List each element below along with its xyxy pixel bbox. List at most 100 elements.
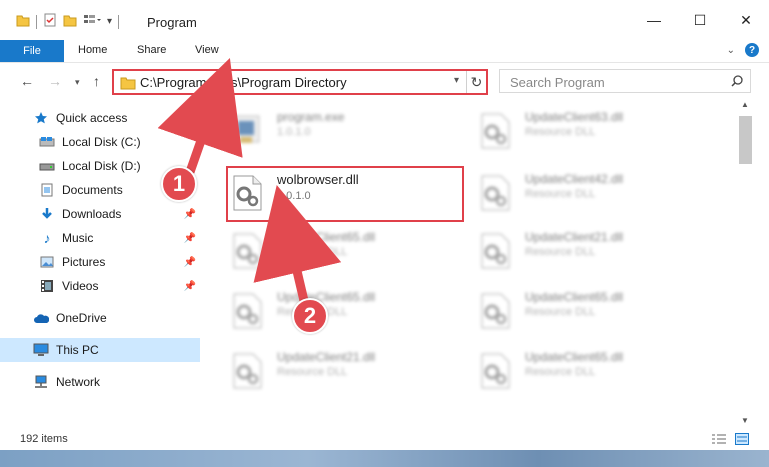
ribbon-controls: ⌄ ? xyxy=(727,43,759,57)
large-icons-view-icon[interactable] xyxy=(735,433,749,448)
recent-locations-icon[interactable]: ▾ xyxy=(75,77,80,88)
dll-file-icon xyxy=(478,174,512,212)
file-item[interactable]: UpdateClient42.dll Resource DLL xyxy=(478,166,698,218)
file-item[interactable]: UpdateClient65.dll Resource DLL xyxy=(230,224,450,276)
pin-icon[interactable]: 📌 xyxy=(184,209,196,220)
file-name: program.exe xyxy=(277,110,345,124)
sidebar-item-downloads[interactable]: Downloads 📌 xyxy=(0,202,200,226)
sidebar-item-label: Downloads xyxy=(62,207,122,221)
sidebar-item-onedrive[interactable]: OneDrive xyxy=(0,306,200,330)
title-bar: ▾ Program — ☐ ✕ xyxy=(0,0,769,40)
drive-icon xyxy=(38,134,56,150)
window-title: Program xyxy=(147,15,197,30)
file-name: UpdateClient21.dll xyxy=(277,350,376,364)
file-name: UpdateClient65.dll xyxy=(277,290,376,304)
vertical-scrollbar[interactable]: ▲ ▼ xyxy=(737,100,754,425)
step-marker: 2 xyxy=(292,298,328,334)
details-view-icon[interactable] xyxy=(711,433,727,448)
file-name: UpdateClient65.dll xyxy=(525,290,624,304)
file-description: Resource DLL xyxy=(525,366,596,378)
documents-icon xyxy=(38,182,56,198)
customize-toolbar-icon[interactable]: ▾ xyxy=(107,16,112,27)
file-description: Resource DLL xyxy=(277,246,348,258)
tab-share[interactable]: Share xyxy=(137,44,166,56)
sidebar-item-label: Network xyxy=(56,375,101,389)
pin-icon[interactable]: 📌 xyxy=(184,233,196,244)
sidebar-item-label: Local Disk (D:) xyxy=(62,159,141,173)
navigation-pane: Quick access Local Disk (C:) Local Disk … xyxy=(0,100,200,425)
sidebar-item-label: Pictures xyxy=(62,255,106,269)
file-item[interactable]: program.exe 1.0.1.0 xyxy=(230,104,450,156)
search-placeholder: Search Program xyxy=(510,75,605,90)
music-icon: ♪ xyxy=(43,230,51,246)
file-description: Resource DLL xyxy=(525,126,596,138)
file-name: UpdateClient63.dll xyxy=(525,110,624,124)
tab-file[interactable]: File xyxy=(0,40,64,62)
toolbar-separator xyxy=(36,14,37,29)
properties-icon[interactable] xyxy=(43,13,57,30)
sidebar-item-local-disk-c[interactable]: Local Disk (C:) xyxy=(0,130,200,154)
dll-file-icon xyxy=(478,292,512,330)
file-name: UpdateClient21.dll xyxy=(525,230,624,244)
file-item[interactable]: UpdateClient65.dll Resource DLL xyxy=(478,344,698,396)
sidebar-item-label: OneDrive xyxy=(56,311,107,325)
toolbar-separator xyxy=(118,14,120,29)
refresh-icon[interactable]: ↻ xyxy=(466,71,486,93)
dll-file-icon xyxy=(478,352,512,390)
highlight-box xyxy=(226,166,464,222)
file-description: Resource DLL xyxy=(525,188,596,200)
tab-view[interactable]: View xyxy=(195,44,219,56)
dll-file-icon xyxy=(230,352,264,390)
view-options-icon[interactable] xyxy=(83,13,101,30)
up-arrow-icon[interactable]: ↑ xyxy=(93,73,100,89)
view-toggle xyxy=(711,433,749,448)
file-description: Resource DLL xyxy=(525,246,596,258)
folder-icon xyxy=(120,76,136,93)
pc-icon xyxy=(32,342,50,358)
status-bar: 192 items xyxy=(0,430,769,450)
chevron-down-icon[interactable]: ▾ xyxy=(454,75,459,86)
search-input[interactable]: Search Program xyxy=(499,69,751,93)
scroll-up-icon[interactable]: ▲ xyxy=(741,100,749,109)
desktop-background xyxy=(0,450,769,467)
sidebar-item-videos[interactable]: Videos 📌 xyxy=(0,274,200,298)
videos-icon xyxy=(38,278,56,294)
address-bar[interactable]: C:\Program Files\Program Directory ▾ ↻ xyxy=(112,69,488,95)
star-icon xyxy=(32,110,50,126)
sidebar-item-pictures[interactable]: Pictures 📌 xyxy=(0,250,200,274)
address-path[interactable]: C:\Program Files\Program Directory xyxy=(140,75,347,90)
file-item[interactable]: UpdateClient21.dll Resource DLL xyxy=(230,344,450,396)
window-controls: — ☐ ✕ xyxy=(631,0,769,40)
scroll-down-icon[interactable]: ▼ xyxy=(741,416,749,425)
close-button[interactable]: ✕ xyxy=(723,0,769,40)
file-list: program.exe 1.0.1.0 UpdateClient63.dll R… xyxy=(200,100,737,425)
pin-icon[interactable]: 📌 xyxy=(184,281,196,292)
expand-ribbon-icon[interactable]: ⌄ xyxy=(727,45,735,56)
tab-home[interactable]: Home xyxy=(78,44,107,56)
sidebar-item-quick-access[interactable]: Quick access xyxy=(0,106,200,130)
download-icon xyxy=(38,206,56,222)
file-item[interactable]: UpdateClient63.dll Resource DLL xyxy=(478,104,698,156)
back-arrow-icon[interactable]: ← xyxy=(20,73,34,89)
sidebar-item-label: Documents xyxy=(62,183,123,197)
sidebar-item-music[interactable]: ♪ Music 📌 xyxy=(0,226,200,250)
minimize-button[interactable]: — xyxy=(631,0,677,40)
sidebar-item-label: Local Disk (C:) xyxy=(62,135,141,149)
sidebar-item-label: Videos xyxy=(62,279,99,293)
file-item[interactable]: UpdateClient21.dll Resource DLL xyxy=(478,224,698,276)
scrollbar-thumb[interactable] xyxy=(739,116,752,164)
help-icon[interactable]: ? xyxy=(745,43,759,57)
sidebar-item-network[interactable]: Network xyxy=(0,370,200,394)
drive-icon xyxy=(38,158,56,174)
network-icon xyxy=(32,374,50,390)
item-count: 192 items xyxy=(20,433,68,445)
file-item[interactable]: UpdateClient65.dll Resource DLL xyxy=(230,284,450,336)
file-item[interactable]: UpdateClient65.dll Resource DLL xyxy=(478,284,698,336)
dll-file-icon xyxy=(230,292,264,330)
pin-icon[interactable]: 📌 xyxy=(184,257,196,268)
dll-file-icon xyxy=(478,232,512,270)
maximize-button[interactable]: ☐ xyxy=(677,0,723,40)
sidebar-item-this-pc[interactable]: This PC xyxy=(0,338,200,362)
forward-arrow-icon[interactable]: → xyxy=(48,73,62,89)
new-folder-icon[interactable] xyxy=(63,13,77,30)
